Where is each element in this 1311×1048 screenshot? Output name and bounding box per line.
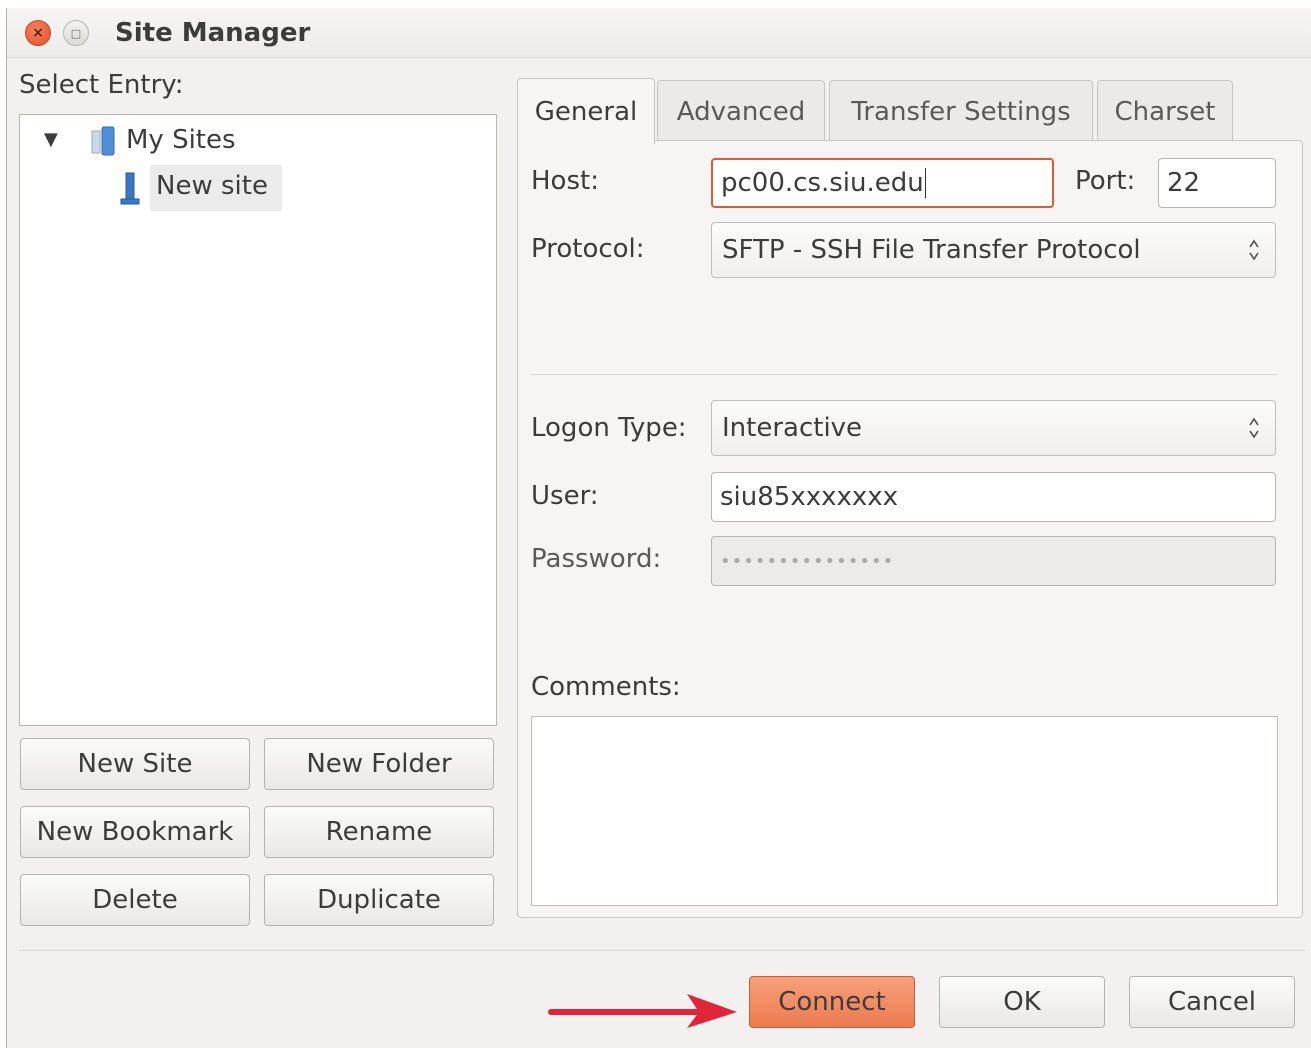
tree-item-new-site[interactable]: New site [156,171,268,201]
updown-arrows-icon [1249,417,1259,439]
select-entry-label: Select Entry: [19,70,184,100]
password-input: ••••••••••••••• [711,536,1276,586]
logon-type-select[interactable]: Interactive [711,400,1276,456]
maximize-icon[interactable]: □ [63,20,89,46]
updown-arrows-icon [1249,239,1259,261]
port-label: Port: [1075,166,1136,196]
duplicate-button[interactable]: Duplicate [264,874,494,926]
rename-button[interactable]: Rename [264,806,494,858]
host-input[interactable]: pc00.cs.siu.edu [711,158,1054,208]
protocol-select[interactable]: SFTP - SSH File Transfer Protocol [711,222,1276,278]
new-bookmark-button[interactable]: New Bookmark [20,806,250,858]
title-bar: × □ Site Manager [7,8,1311,58]
red-arrow-annotation [548,994,737,1028]
site-tree[interactable]: ▼ My Sites New site [19,114,497,726]
logon-type-select-value: Interactive [722,413,863,443]
password-input-value: ••••••••••••••• [720,550,895,572]
delete-button[interactable]: Delete [20,874,250,926]
window-title: Site Manager [115,18,311,48]
port-input-value: 22 [1167,168,1201,198]
tree-item-my-sites[interactable]: My Sites [126,125,236,155]
port-input[interactable]: 22 [1158,158,1276,208]
password-label: Password: [531,544,662,574]
expand-arrow-icon[interactable]: ▼ [44,129,58,150]
site-manager-window: × □ Site Manager Select Entry: ▼ My Site… [6,8,1311,1048]
user-label: User: [531,481,599,511]
site-icon [120,172,140,205]
tab-advanced[interactable]: Advanced [657,80,825,142]
user-input[interactable]: siu85xxxxxxx [711,472,1276,522]
connect-button[interactable]: Connect [749,976,915,1028]
user-input-value: siu85xxxxxxx [720,482,899,512]
tab-charset[interactable]: Charset [1097,80,1233,142]
bottom-separator [19,950,1305,951]
panel-divider [531,374,1277,375]
sites-folder-icon [91,126,115,156]
close-icon[interactable]: × [25,20,51,46]
tab-general[interactable]: General [517,78,655,144]
cancel-button[interactable]: Cancel [1129,976,1295,1028]
protocol-label: Protocol: [531,234,645,264]
new-site-button[interactable]: New Site [20,738,250,790]
host-label: Host: [531,166,599,196]
comments-label: Comments: [531,672,681,702]
host-input-value: pc00.cs.siu.edu [721,168,924,198]
logon-type-label: Logon Type: [531,413,687,443]
tab-transfer-settings[interactable]: Transfer Settings [829,80,1093,142]
comments-textarea[interactable] [531,716,1278,906]
text-caret [924,168,926,198]
new-folder-button[interactable]: New Folder [264,738,494,790]
protocol-select-value: SFTP - SSH File Transfer Protocol [722,235,1141,265]
ok-button[interactable]: OK [939,976,1105,1028]
